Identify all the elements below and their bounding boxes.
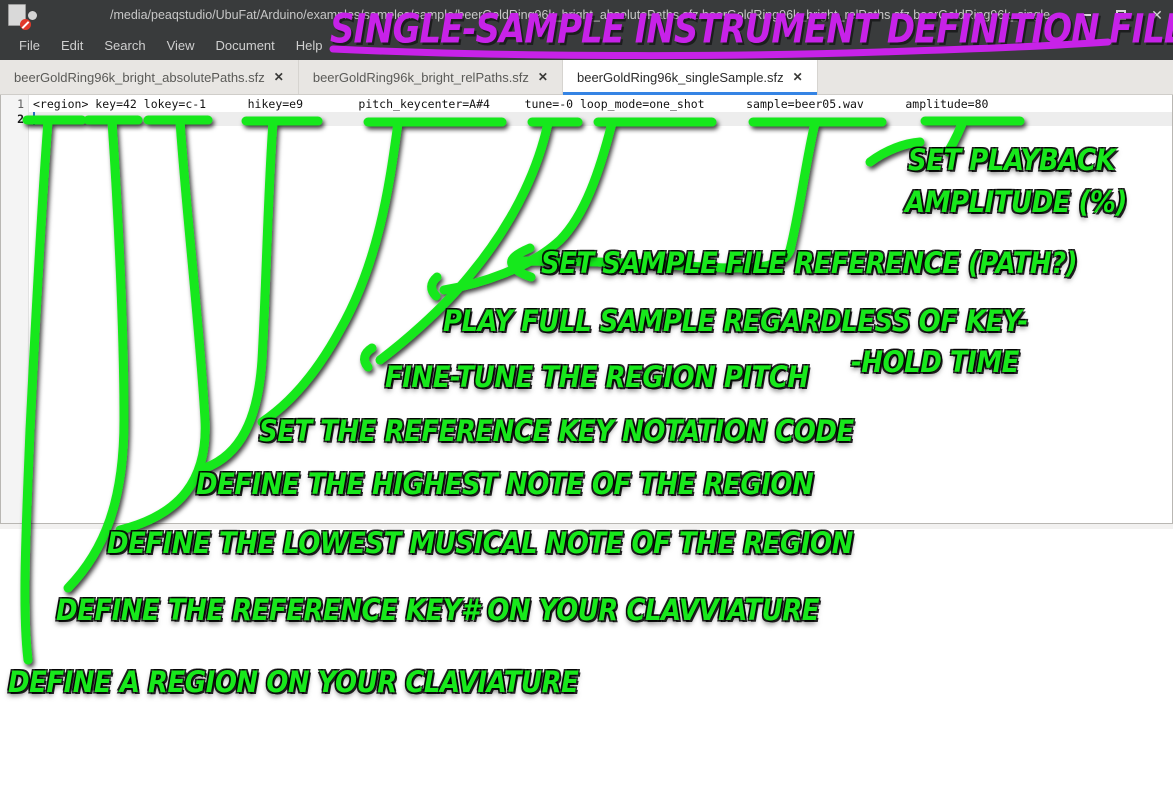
edit-badge-icon [19,19,31,30]
window-title: /media/peaqstudio/UbuFat/Arduino/example… [110,8,1112,22]
menu-search[interactable]: Search [95,35,154,56]
menu-edit[interactable]: Edit [52,35,92,56]
line-number-gutter: 1 2 [1,95,29,523]
document-edit-icon [7,4,31,30]
code-text[interactable]: <region> key=42 lokey=c-1 hikey=e9 pitch… [29,95,1172,523]
code-line [29,111,1172,126]
close-icon[interactable]: ✕ [793,70,803,84]
text-caret [33,111,35,125]
callout-lokey: DEFINE THE LOWEST MUSICAL NOTE OF THE RE… [107,527,853,561]
window-controls: ✕ [1075,0,1167,30]
menu-view[interactable]: View [158,35,204,56]
tab-label: beerGoldRing96k_bright_absolutePaths.sfz [14,69,265,85]
tab-absolute-paths[interactable]: beerGoldRing96k_bright_absolutePaths.sfz… [0,60,299,94]
gedit-window: /media/peaqstudio/UbuFat/Arduino/example… [0,0,1173,529]
menu-document[interactable]: Document [207,35,284,56]
code-line: <region> key=42 lokey=c-1 hikey=e9 pitch… [33,97,989,111]
editor-area[interactable]: 1 2 <region> key=42 lokey=c-1 hikey=e9 p… [0,95,1173,524]
line-number: 2 [17,111,24,126]
close-button[interactable]: ✕ [1147,5,1167,25]
line-number: 1 [17,97,24,111]
minimize-button[interactable] [1075,5,1095,25]
tab-label: beerGoldRing96k_singleSample.sfz [576,69,784,85]
app-icon-group [0,4,44,30]
close-icon[interactable]: ✕ [538,70,548,84]
close-icon[interactable]: ✕ [274,70,284,84]
tab-rel-paths[interactable]: beerGoldRing96k_bright_relPaths.sfz ✕ [298,60,563,94]
title-bar: /media/peaqstudio/UbuFat/Arduino/example… [0,0,1173,30]
tab-label: beerGoldRing96k_bright_relPaths.sfz [312,69,529,85]
unsaved-dot-icon [27,10,37,20]
tab-strip: beerGoldRing96k_bright_absolutePaths.sfz… [0,60,1173,95]
menu-file[interactable]: File [10,35,49,56]
menu-help[interactable]: Help [287,35,332,56]
tab-single-sample[interactable]: beerGoldRing96k_singleSample.sfz ✕ [562,60,818,95]
maximize-button[interactable] [1111,5,1131,25]
callout-key: DEFINE THE REFERENCE KEY# ON YOUR CLAVVI… [56,594,820,628]
tab-strip-filler [817,60,1173,94]
menu-bar: File Edit Search View Document Help [0,30,1173,60]
callout-region: DEFINE A REGION ON YOUR CLAVIATURE [8,666,579,700]
